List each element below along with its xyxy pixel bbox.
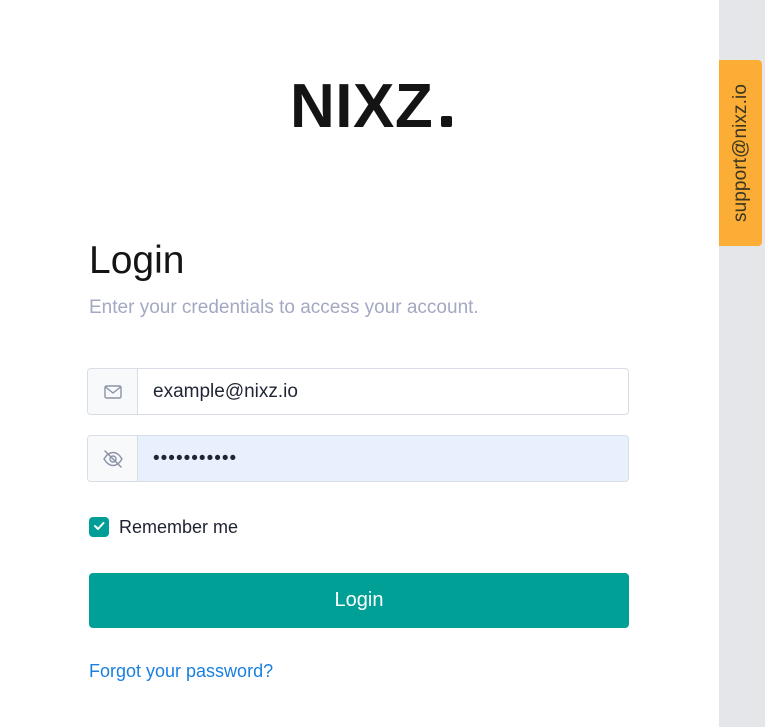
password-addon[interactable] xyxy=(88,436,138,481)
forgot-password-link[interactable]: Forgot your password? xyxy=(89,660,273,682)
brand-logo-text: NIXZ xyxy=(290,72,434,141)
mail-icon xyxy=(103,384,122,399)
page-title: Login xyxy=(89,239,185,282)
password-input[interactable] xyxy=(138,436,628,481)
email-addon xyxy=(88,369,138,414)
brand-logo: NIXZ xyxy=(290,72,453,142)
email-field-group xyxy=(87,368,629,415)
support-email[interactable]: support@nixz.io xyxy=(730,84,752,222)
support-tab[interactable]: support@nixz.io xyxy=(719,60,762,246)
remember-me[interactable]: Remember me xyxy=(89,517,238,537)
login-button[interactable]: Login xyxy=(89,573,629,628)
password-field-group xyxy=(87,435,629,482)
login-page: NIXZ Login Enter your credentials to acc… xyxy=(0,0,719,727)
checkmark-icon xyxy=(93,518,105,536)
remember-me-checkbox[interactable] xyxy=(89,517,109,537)
remember-me-label: Remember me xyxy=(119,517,239,537)
page-subtitle: Enter your credentials to access your ac… xyxy=(89,297,479,318)
brand-logo-dot xyxy=(441,116,453,127)
email-input[interactable] xyxy=(138,369,628,414)
eye-off-icon[interactable] xyxy=(102,449,124,469)
